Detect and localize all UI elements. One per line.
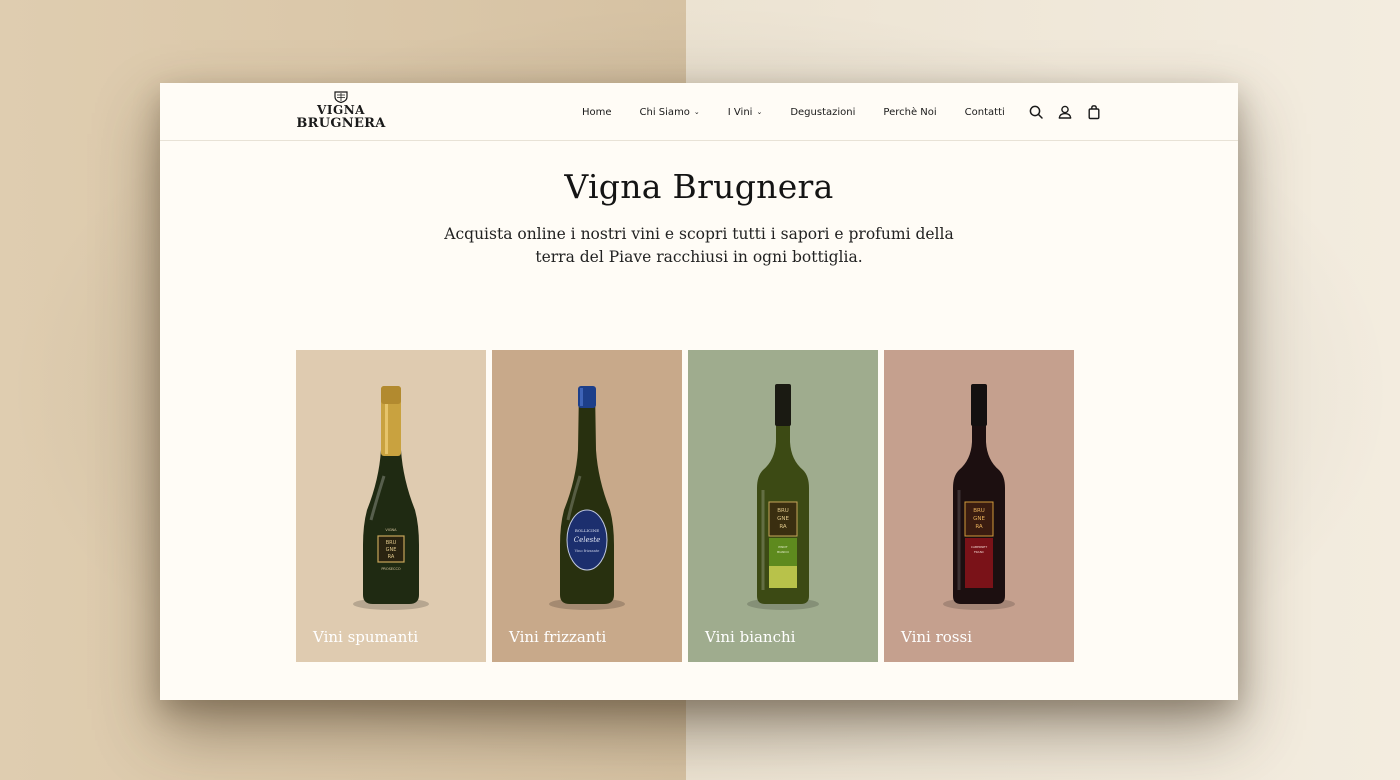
svg-text:BRU: BRU bbox=[386, 540, 397, 546]
nav-item-perche-noi[interactable]: Perchè Noi bbox=[883, 107, 936, 118]
main-nav: Home Chi Siamo ⌄ I Vini ⌄ Degustazioni P… bbox=[582, 83, 1033, 141]
nav-item-label: Contatti bbox=[964, 106, 1005, 118]
category-card-spumanti[interactable]: BRU GNE RA VIGNA PROSECCO Vini spumanti bbox=[296, 350, 486, 662]
page-title: Vigna Brugnera bbox=[564, 167, 834, 206]
nav-item-degustazioni[interactable]: Degustazioni bbox=[790, 107, 855, 118]
frizzante-bottle-image: BOLLICINE Celeste Vino frizzante bbox=[549, 386, 625, 610]
category-card-label: Vini bianchi bbox=[705, 628, 796, 646]
svg-text:GNE: GNE bbox=[973, 516, 985, 522]
svg-text:BIANCO: BIANCO bbox=[777, 550, 789, 554]
site-header: VIGNA BRUGNERA Home Chi Siamo ⌄ I Vini ⌄… bbox=[160, 83, 1238, 141]
logo-line-2: BRUGNERA bbox=[296, 116, 386, 131]
nav-item-label: Home bbox=[582, 106, 612, 118]
svg-text:VIGNA: VIGNA bbox=[385, 528, 397, 532]
category-cards: BRU GNE RA VIGNA PROSECCO Vini spumanti … bbox=[296, 350, 1076, 662]
chevron-down-icon: ⌄ bbox=[756, 108, 763, 116]
svg-text:Vino frizzante: Vino frizzante bbox=[574, 549, 600, 553]
svg-text:PINOT: PINOT bbox=[778, 545, 787, 549]
svg-text:CABERNET: CABERNET bbox=[971, 545, 987, 549]
search-icon[interactable] bbox=[1028, 104, 1044, 120]
page-subtitle: Acquista online i nostri vini e scopri t… bbox=[444, 225, 954, 266]
nav-item-home[interactable]: Home bbox=[582, 107, 612, 118]
svg-text:BRU: BRU bbox=[973, 508, 985, 514]
logo[interactable]: VIGNA BRUGNERA bbox=[296, 91, 386, 135]
category-card-bianchi[interactable]: BRU GNE RA PINOT BIANCO Vini bianchi bbox=[688, 350, 878, 662]
svg-text:BOLLICINE: BOLLICINE bbox=[575, 528, 599, 533]
svg-text:RA: RA bbox=[975, 524, 983, 530]
svg-text:RA: RA bbox=[388, 554, 395, 560]
nav-item-chi-siamo[interactable]: Chi Siamo ⌄ bbox=[640, 107, 700, 118]
shopping-bag-icon[interactable] bbox=[1086, 104, 1102, 120]
sparkling-bottle-image: BRU GNE RA VIGNA PROSECCO bbox=[353, 386, 429, 610]
nav-item-i-vini[interactable]: I Vini ⌄ bbox=[728, 107, 763, 118]
crest-icon bbox=[334, 91, 348, 103]
header-icons bbox=[1028, 104, 1115, 120]
svg-text:Celeste: Celeste bbox=[574, 536, 600, 544]
nav-item-contatti[interactable]: Contatti bbox=[965, 107, 1005, 118]
website-window: VIGNA BRUGNERA Home Chi Siamo ⌄ I Vini ⌄… bbox=[160, 83, 1238, 700]
nav-item-label: I Vini bbox=[727, 106, 753, 118]
svg-text:GNE: GNE bbox=[386, 547, 397, 553]
white-wine-bottle-image: BRU GNE RA PINOT BIANCO bbox=[747, 384, 819, 610]
chevron-down-icon: ⌄ bbox=[693, 108, 700, 116]
nav-item-label: Degustazioni bbox=[790, 106, 856, 118]
nav-item-label: Perchè Noi bbox=[883, 106, 937, 118]
svg-text:FRANC: FRANC bbox=[974, 550, 984, 554]
account-icon[interactable] bbox=[1057, 104, 1073, 120]
nav-item-label: Chi Siamo bbox=[639, 106, 690, 118]
svg-text:GNE: GNE bbox=[777, 516, 789, 522]
svg-text:RA: RA bbox=[779, 524, 787, 530]
svg-text:PROSECCO: PROSECCO bbox=[381, 567, 401, 571]
red-wine-bottle-image: BRU GNE RA CABERNET FRANC bbox=[943, 384, 1015, 610]
category-card-frizzanti[interactable]: BOLLICINE Celeste Vino frizzante Vini fr… bbox=[492, 350, 682, 662]
category-card-label: Vini spumanti bbox=[313, 628, 419, 646]
category-card-label: Vini frizzanti bbox=[509, 628, 607, 646]
category-card-rossi[interactable]: BRU GNE RA CABERNET FRANC Vini rossi bbox=[884, 350, 1074, 662]
svg-text:BRU: BRU bbox=[777, 508, 789, 514]
category-card-label: Vini rossi bbox=[901, 628, 972, 646]
